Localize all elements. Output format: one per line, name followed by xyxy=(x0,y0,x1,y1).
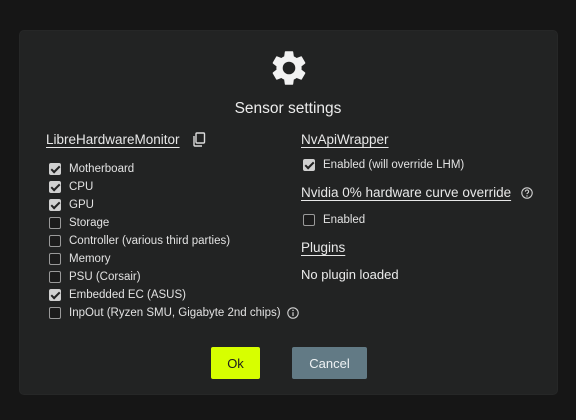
sensor-option-row[interactable]: InpOut (Ryzen SMU, Gigabyte 2nd chips) xyxy=(49,305,299,321)
sensor-option-checkbox[interactable] xyxy=(49,181,61,193)
sensor-option-label: InpOut (Ryzen SMU, Gigabyte 2nd chips) xyxy=(69,307,281,319)
sensor-option-label: Storage xyxy=(69,217,110,229)
sensor-option-label: CPU xyxy=(69,181,94,193)
nvidia-curve-enabled-label: Enabled xyxy=(323,214,366,226)
sensor-option-label: Motherboard xyxy=(69,163,135,175)
sensor-option-row[interactable]: Storage xyxy=(49,215,109,231)
sensor-option-checkbox[interactable] xyxy=(49,271,61,283)
dialog-title: Sensor settings xyxy=(234,100,342,117)
sensor-option-checkbox[interactable] xyxy=(49,235,61,247)
plugins-link[interactable]: Plugins xyxy=(301,240,345,255)
help-icon[interactable] xyxy=(521,187,533,199)
sensor-option-checkbox[interactable] xyxy=(49,199,61,211)
cancel-button[interactable]: Cancel xyxy=(292,347,367,379)
plugins-status: No plugin loaded xyxy=(301,267,399,282)
nvapi-enabled-checkbox[interactable] xyxy=(303,159,315,171)
sensor-option-row[interactable]: GPU xyxy=(49,197,94,213)
sensor-option-label: Embedded EC (ASUS) xyxy=(69,289,186,301)
sensor-option-checkbox[interactable] xyxy=(49,289,61,301)
sensor-option-row[interactable]: Embedded EC (ASUS) xyxy=(49,287,186,303)
sensor-option-row[interactable]: PSU (Corsair) xyxy=(49,269,141,285)
sensor-option-checkbox[interactable] xyxy=(49,217,61,229)
sensor-option-label: GPU xyxy=(69,199,94,211)
sensor-option-checkbox[interactable] xyxy=(49,163,61,175)
sensor-option-label: Memory xyxy=(69,253,111,265)
nvidia-curve-enabled-checkbox[interactable] xyxy=(303,214,315,226)
nvapiwrapper-link[interactable]: NvApiWrapper xyxy=(301,132,389,147)
sensor-option-label: PSU (Corsair) xyxy=(69,271,141,283)
sensor-option-row[interactable]: Memory xyxy=(49,251,111,267)
sensor-option-checkbox[interactable] xyxy=(49,253,61,265)
gear-icon xyxy=(272,51,306,85)
copy-icon[interactable] xyxy=(192,132,206,147)
sensor-option-row[interactable]: Motherboard xyxy=(49,161,134,177)
sensor-option-checkbox[interactable] xyxy=(49,307,61,319)
sensor-option-row[interactable]: Controller (various third parties) xyxy=(49,233,230,249)
ok-button[interactable]: Ok xyxy=(211,347,260,379)
librehardwaremonitor-link[interactable]: LibreHardwareMonitor xyxy=(46,132,180,147)
sensor-option-row[interactable]: CPU xyxy=(49,179,93,195)
nvidia-curve-override-link[interactable]: Nvidia 0% hardware curve override xyxy=(301,185,511,200)
nvidia-curve-enabled-row[interactable]: Enabled xyxy=(303,212,365,228)
nvapi-enabled-row[interactable]: Enabled (will override LHM) xyxy=(303,157,464,173)
sensor-option-label: Controller (various third parties) xyxy=(69,235,231,247)
help-icon[interactable] xyxy=(286,307,299,319)
nvapi-enabled-label: Enabled (will override LHM) xyxy=(323,159,465,171)
